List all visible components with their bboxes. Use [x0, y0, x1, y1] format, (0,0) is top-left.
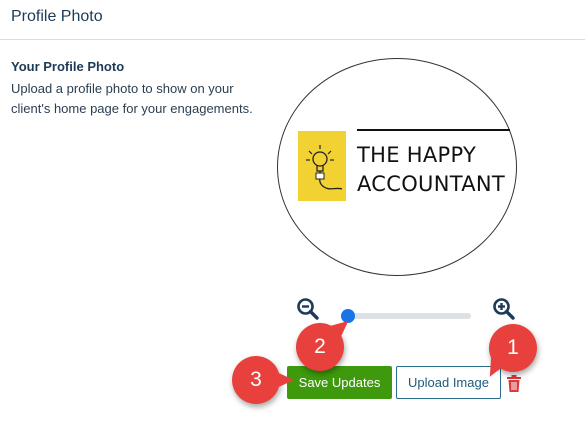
callout-badge-1: 1: [481, 324, 537, 382]
callout-badge-2: 2: [296, 313, 355, 371]
callout-badge-3: 3: [232, 356, 294, 404]
logo-text-line2: ACCOUNTANT: [357, 172, 506, 196]
trash-icon[interactable]: [506, 375, 522, 393]
logo-bulb-image: [298, 131, 346, 201]
page-title: Profile Photo: [11, 8, 103, 25]
header-divider: [0, 39, 585, 40]
section-description: Upload a profile photo to show on your c…: [11, 81, 253, 116]
zoom-slider-track[interactable]: [342, 313, 471, 319]
zoom-in-icon[interactable]: [492, 297, 516, 321]
logo-text-line1: THE HAPPY: [357, 143, 477, 167]
save-updates-button[interactable]: Save Updates: [287, 366, 392, 399]
section-heading: Your Profile Photo: [11, 59, 125, 74]
zoom-out-icon[interactable]: [296, 297, 320, 321]
lightbulb-icon: [306, 145, 343, 190]
logo-rule: [357, 129, 510, 131]
